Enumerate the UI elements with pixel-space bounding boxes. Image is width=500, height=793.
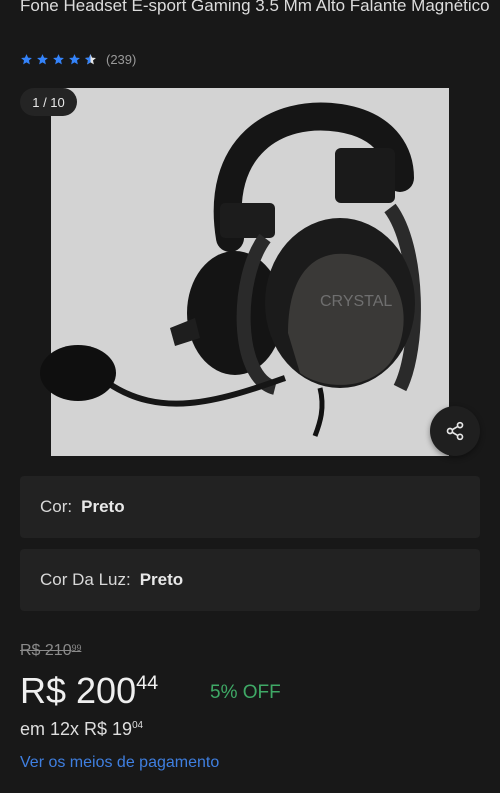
- installments: em 12x R$ 1904: [20, 719, 144, 739]
- gallery-pager: 1 / 10: [20, 88, 77, 116]
- product-image: CRYSTAL: [40, 102, 421, 437]
- star-icon: [37, 54, 48, 65]
- product-title: Fone Headset E-sport Gaming 3.5 Mm Alto …: [20, 0, 490, 15]
- original-price: R$ 21099: [20, 642, 82, 659]
- variant-label: Cor Da Luz:: [40, 570, 131, 589]
- product-image-gallery[interactable]: CRYSTAL: [20, 88, 449, 456]
- discount-badge: 5% OFF: [210, 682, 281, 703]
- share-icon: [446, 421, 464, 441]
- variant-value: Preto: [139, 570, 184, 589]
- rating-stars: [20, 53, 97, 66]
- variant-value: Preto: [81, 497, 125, 516]
- star-icon: [53, 54, 64, 65]
- variant-light-color[interactable]: Cor Da Luz: Preto: [20, 549, 480, 611]
- share-button[interactable]: [430, 406, 480, 456]
- star-icon: [21, 54, 32, 65]
- half-star-icon: [85, 54, 96, 65]
- variant-label: Cor:: [40, 497, 73, 516]
- rating-row[interactable]: (239): [20, 52, 136, 67]
- reviews-count: (239): [106, 52, 137, 67]
- payment-methods-link[interactable]: Ver os meios de pagamento: [20, 754, 219, 772]
- star-icon: [69, 54, 80, 65]
- brand-watermark: CRYSTAL: [320, 293, 392, 310]
- current-price: R$ 200 44: [20, 670, 159, 711]
- variant-color[interactable]: Cor: Preto: [20, 476, 480, 538]
